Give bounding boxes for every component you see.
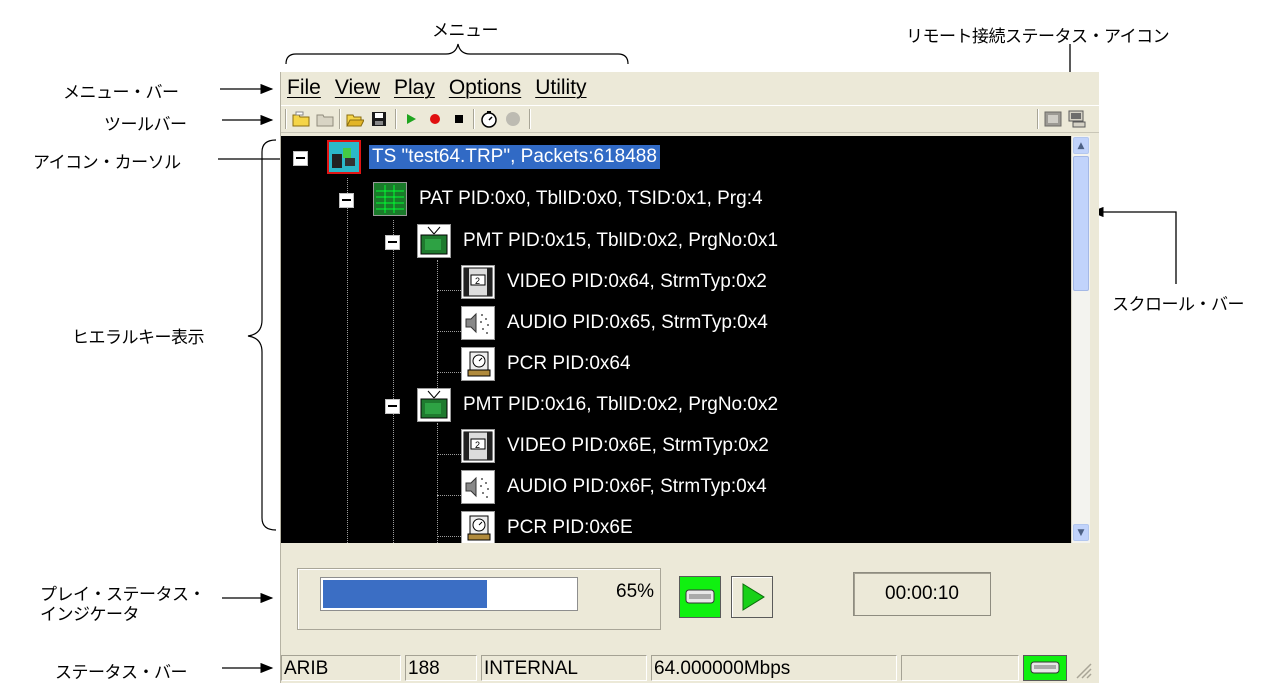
- tree-node-pmt-1[interactable]: PMT PID:0x15, TblID:0x2, PrgNo:0x1: [463, 229, 778, 253]
- toolbar-separator: [529, 109, 531, 129]
- play-icon[interactable]: [401, 109, 421, 129]
- status-rate: 64.000000Mbps: [651, 655, 897, 681]
- menu-utility[interactable]: Utility: [535, 76, 586, 100]
- status-light-icon: [503, 109, 523, 129]
- remote-connection-icon: [1067, 109, 1087, 129]
- toolbar-separator: [395, 109, 397, 129]
- application-window: File View Play Options Utility TS "test6…: [280, 72, 1099, 683]
- status-drive-icon: [1023, 655, 1067, 681]
- tree-node-ts[interactable]: TS "test64.TRP", Packets:618488: [369, 145, 660, 169]
- clock-icon: [461, 347, 495, 381]
- elapsed-time: 00:00:10: [853, 572, 991, 616]
- progress-bar: [320, 577, 578, 611]
- tree-expander[interactable]: [385, 235, 400, 250]
- toolbar-separator: [339, 109, 341, 129]
- open-icon[interactable]: [345, 109, 365, 129]
- play-button[interactable]: [731, 576, 773, 618]
- remote-image-icon: [1043, 109, 1063, 129]
- tree-node-video-2[interactable]: VIDEO PID:0x6E, StrmTyp:0x2: [507, 434, 769, 458]
- folder-icon[interactable]: [315, 109, 335, 129]
- menu-options[interactable]: Options: [449, 76, 521, 100]
- new-folder-icon[interactable]: [291, 109, 311, 129]
- tv-icon: [417, 224, 451, 258]
- tree-connector: [437, 290, 461, 291]
- tree-node-pmt-2[interactable]: PMT PID:0x16, TblID:0x2, PrgNo:0x2: [463, 393, 778, 417]
- clock-icon: [461, 511, 495, 543]
- stop-icon[interactable]: [449, 109, 469, 129]
- tree-expander[interactable]: [293, 151, 308, 166]
- resize-grip[interactable]: [1073, 660, 1093, 680]
- status-packet-size: 188: [405, 655, 477, 681]
- speaker-icon: [461, 470, 495, 504]
- tree-connector: [347, 178, 348, 543]
- tree-node-audio-2[interactable]: AUDIO PID:0x6F, StrmTyp:0x4: [507, 475, 767, 499]
- toolbar: [281, 105, 1099, 133]
- svg-text:2: 2: [475, 440, 480, 450]
- film-icon: 2: [461, 265, 495, 299]
- pat-table-icon: [373, 182, 407, 216]
- save-icon[interactable]: [369, 109, 389, 129]
- progress-percent: 65%: [616, 581, 655, 602]
- tree-node-pcr-1[interactable]: PCR PID:0x64: [507, 352, 631, 376]
- status-standard: ARIB: [281, 655, 401, 681]
- tree-node-audio-1[interactable]: AUDIO PID:0x65, StrmTyp:0x4: [507, 311, 768, 335]
- tree-expander[interactable]: [385, 399, 400, 414]
- tree-connector: [437, 424, 438, 543]
- tree-connector: [437, 495, 461, 496]
- toolbar-separator: [473, 109, 475, 129]
- scroll-thumb[interactable]: [1073, 156, 1089, 291]
- tree-connector: [437, 454, 461, 455]
- menu-view[interactable]: View: [335, 76, 380, 100]
- play-status-panel: 65%: [297, 568, 661, 630]
- tree-node-pat[interactable]: PAT PID:0x0, TblID:0x0, TSID:0x1, Prg:4: [419, 187, 763, 211]
- hierarchy-tree[interactable]: TS "test64.TRP", Packets:618488 PAT PID:…: [281, 136, 1071, 543]
- svg-text:2: 2: [475, 276, 480, 286]
- toolbar-grip: [285, 109, 287, 129]
- speaker-icon: [461, 306, 495, 340]
- progress-fill: [323, 580, 487, 608]
- record-icon[interactable]: [425, 109, 445, 129]
- toolbar-separator: [1037, 109, 1039, 129]
- timer-icon[interactable]: [479, 109, 499, 129]
- menu-bar: File View Play Options Utility: [281, 74, 595, 102]
- scroll-up-button[interactable]: ▲: [1073, 137, 1089, 154]
- tv-icon: [417, 388, 451, 422]
- tree-expander[interactable]: [339, 193, 354, 208]
- tree-node-pcr-2[interactable]: PCR PID:0x6E: [507, 516, 633, 540]
- scroll-bar[interactable]: ▲ ▼: [1071, 136, 1090, 543]
- scroll-down-button[interactable]: ▼: [1073, 524, 1089, 541]
- tree-connector: [437, 536, 461, 537]
- tree-node-video-1[interactable]: VIDEO PID:0x64, StrmTyp:0x2: [507, 270, 767, 294]
- tree-connector: [437, 331, 461, 332]
- film-icon: 2: [461, 429, 495, 463]
- tree-connector: [437, 372, 461, 373]
- status-empty: [901, 655, 1019, 681]
- transport-stream-icon: [327, 140, 361, 174]
- status-bar: ARIB 188 INTERNAL 64.000000Mbps: [281, 654, 1099, 683]
- tree-connector: [393, 220, 394, 543]
- status-clock: INTERNAL: [481, 655, 647, 681]
- menu-file[interactable]: File: [287, 76, 321, 100]
- drive-status-icon: [679, 576, 721, 618]
- menu-play[interactable]: Play: [394, 76, 435, 100]
